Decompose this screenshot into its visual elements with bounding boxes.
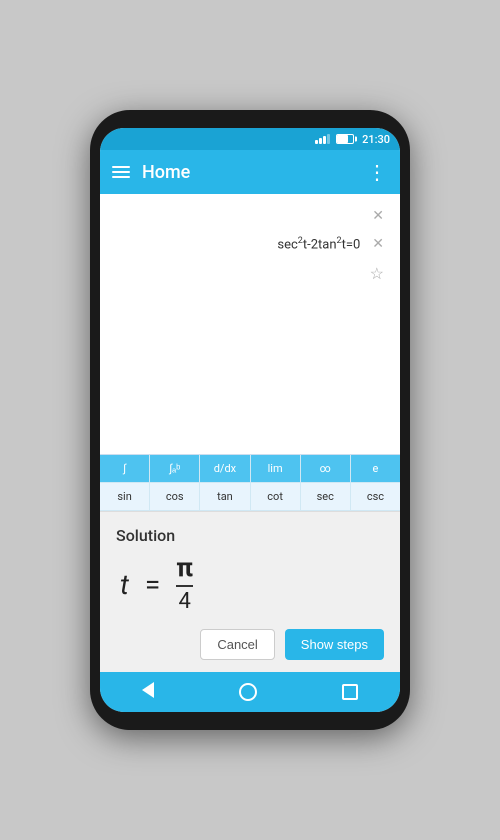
equation-text-1: sec2t-2tan2t=0 [112, 236, 368, 252]
kb-tan[interactable]: tan [200, 483, 250, 511]
kb-definite-integral[interactable]: ∫ₐᵇ [150, 455, 200, 483]
kb-limit[interactable]: lim [251, 455, 301, 483]
equation-row-empty: ✕ [112, 202, 388, 230]
kb-euler[interactable]: e [351, 455, 400, 483]
kb-derivative[interactable]: d/dx [200, 455, 250, 483]
kb-cot[interactable]: cot [251, 483, 301, 511]
fraction-line [176, 585, 193, 587]
battery-icon [336, 134, 354, 144]
nav-bar [100, 672, 400, 712]
phone-device: 21:30 Home ⋮ ✕ sec2t-2tan2t=0 [90, 110, 410, 730]
fraction-numerator: π [176, 555, 193, 583]
math-keyboard: ∫ ∫ₐᵇ d/dx lim ∞ e sin cos tan cot sec c… [100, 454, 400, 511]
close-icon-2[interactable]: ✕ [368, 234, 388, 254]
kb-integral[interactable]: ∫ [100, 455, 150, 483]
kb-infinity[interactable]: ∞ [301, 455, 351, 483]
signal-bar-2 [319, 138, 322, 144]
equation-area: ✕ sec2t-2tan2t=0 ✕ ☆ [100, 194, 400, 454]
close-icon-1[interactable]: ✕ [368, 206, 388, 226]
equation-row-1: sec2t-2tan2t=0 ✕ [112, 230, 388, 258]
content-area: ✕ sec2t-2tan2t=0 ✕ ☆ ∫ ∫ₐᵇ d/dx li [100, 194, 400, 672]
kb-sin[interactable]: sin [100, 483, 150, 511]
nav-recent-button[interactable] [330, 680, 370, 704]
keyboard-row-1: ∫ ∫ₐᵇ d/dx lim ∞ e [100, 455, 400, 483]
hamburger-menu-icon[interactable] [112, 166, 130, 178]
cancel-button[interactable]: Cancel [200, 629, 274, 660]
star-icon[interactable]: ☆ [366, 262, 388, 285]
solution-panel: Solution t = π 4 Cancel Show steps [100, 511, 400, 672]
status-bar: 21:30 [100, 128, 400, 150]
keyboard-row-2: sin cos tan cot sec csc [100, 483, 400, 511]
solution-actions: Cancel Show steps [116, 629, 384, 660]
kb-csc[interactable]: csc [351, 483, 400, 511]
signal-bar-3 [323, 136, 326, 144]
kb-sec[interactable]: sec [301, 483, 351, 511]
solution-math: t = π 4 [116, 555, 384, 613]
nav-back-button[interactable] [130, 678, 166, 706]
back-icon [142, 682, 154, 702]
home-icon [239, 683, 257, 701]
status-time: 21:30 [362, 133, 390, 146]
fraction-denominator: 4 [178, 589, 190, 613]
solution-label: Solution [116, 526, 384, 545]
app-title: Home [142, 162, 367, 183]
nav-home-button[interactable] [227, 679, 269, 705]
show-steps-button[interactable]: Show steps [285, 629, 384, 660]
phone-screen: 21:30 Home ⋮ ✕ sec2t-2tan2t=0 [100, 128, 400, 712]
more-options-icon[interactable]: ⋮ [367, 160, 388, 184]
app-bar: Home ⋮ [100, 150, 400, 194]
equation-row-star: ☆ [112, 258, 388, 289]
signal-bar-4 [327, 134, 330, 144]
battery-fill [337, 135, 348, 143]
signal-bar-1 [315, 140, 318, 144]
solution-equals: = [145, 568, 160, 601]
signal-indicator [315, 134, 330, 144]
recent-icon [342, 684, 358, 700]
solution-variable: t [120, 568, 129, 601]
kb-cos[interactable]: cos [150, 483, 200, 511]
solution-fraction: π 4 [176, 555, 193, 613]
